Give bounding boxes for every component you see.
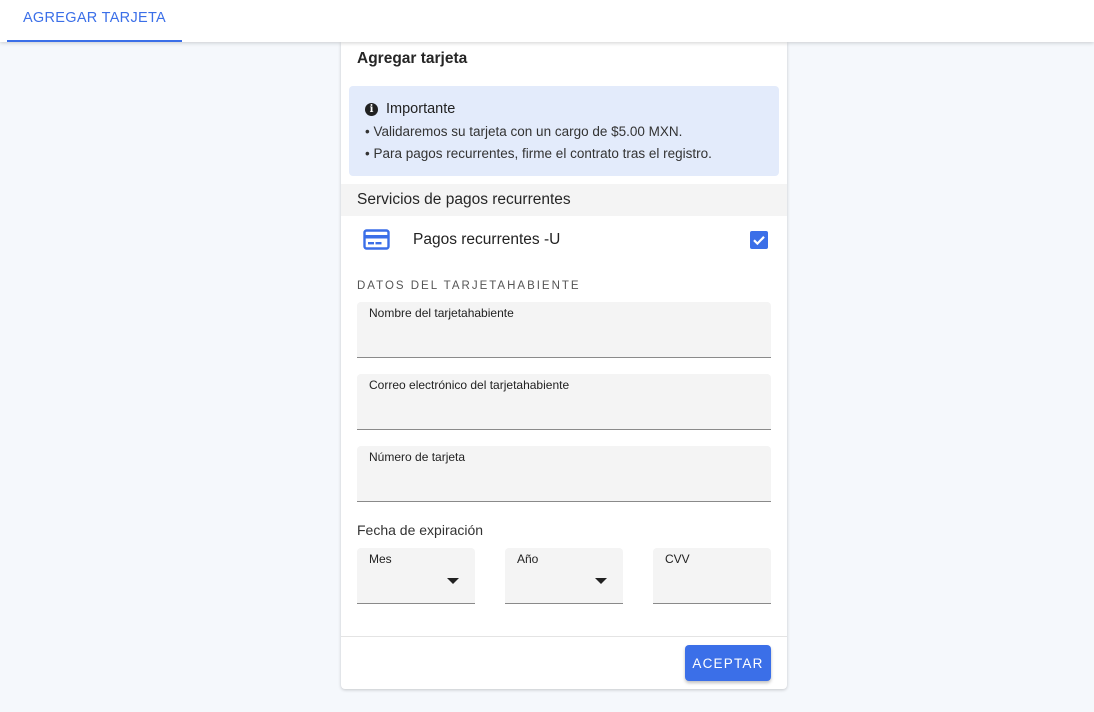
credit-card-icon bbox=[363, 229, 390, 250]
checkmark-icon bbox=[753, 236, 765, 246]
recurring-payments-checkbox[interactable] bbox=[750, 231, 768, 249]
accept-button[interactable]: ACEPTAR bbox=[685, 645, 771, 681]
cardholder-email-input[interactable] bbox=[369, 400, 753, 424]
field-label: Correo electrónico del tarjetahabiente bbox=[369, 378, 570, 392]
card-number-field[interactable]: Número de tarjeta bbox=[357, 446, 771, 502]
add-card-panel: Agregar tarjeta i Importante • Validarem… bbox=[341, 42, 787, 689]
footer-divider bbox=[341, 636, 787, 637]
service-label: Pagos recurrentes -U bbox=[413, 231, 561, 248]
cvv-field[interactable]: CVV bbox=[653, 548, 771, 604]
field-label: Número de tarjeta bbox=[369, 450, 466, 464]
card-number-input[interactable] bbox=[369, 472, 753, 496]
info-box: i Importante • Validaremos su tarjeta co… bbox=[349, 86, 779, 176]
card-title: Agregar tarjeta bbox=[357, 50, 468, 67]
service-row[interactable]: Pagos recurrentes -U bbox=[341, 218, 787, 262]
info-icon: i bbox=[365, 102, 378, 116]
month-select[interactable]: Mes bbox=[357, 548, 475, 604]
info-header: i Importante bbox=[365, 100, 779, 118]
cardholder-section-label: DATOS DEL TARJETAHABIENTE bbox=[357, 280, 581, 292]
cardholder-email-field[interactable]: Correo electrónico del tarjetahabiente bbox=[357, 374, 771, 430]
field-label: Nombre del tarjetahabiente bbox=[369, 306, 514, 320]
dropdown-arrow-icon bbox=[595, 578, 607, 584]
year-select[interactable]: Año bbox=[505, 548, 623, 604]
top-app-bar: AGREGAR TARJETA bbox=[0, 0, 1094, 42]
info-line: • Validaremos su tarjeta con un cargo de… bbox=[365, 124, 683, 139]
expiration-label: Fecha de expiración bbox=[357, 522, 484, 538]
field-label: CVV bbox=[665, 552, 690, 566]
cardholder-name-input[interactable] bbox=[369, 328, 753, 352]
tab-agregar-tarjeta[interactable]: AGREGAR TARJETA bbox=[7, 0, 182, 42]
info-line: • Para pagos recurrentes, firme el contr… bbox=[365, 146, 712, 161]
section-header-recurring-services: Servicios de pagos recurrentes bbox=[341, 184, 787, 216]
dropdown-arrow-icon bbox=[447, 578, 459, 584]
field-label: Mes bbox=[369, 552, 392, 566]
field-label: Año bbox=[517, 552, 539, 566]
cardholder-name-field[interactable]: Nombre del tarjetahabiente bbox=[357, 302, 771, 358]
info-title: Importante bbox=[386, 101, 456, 117]
